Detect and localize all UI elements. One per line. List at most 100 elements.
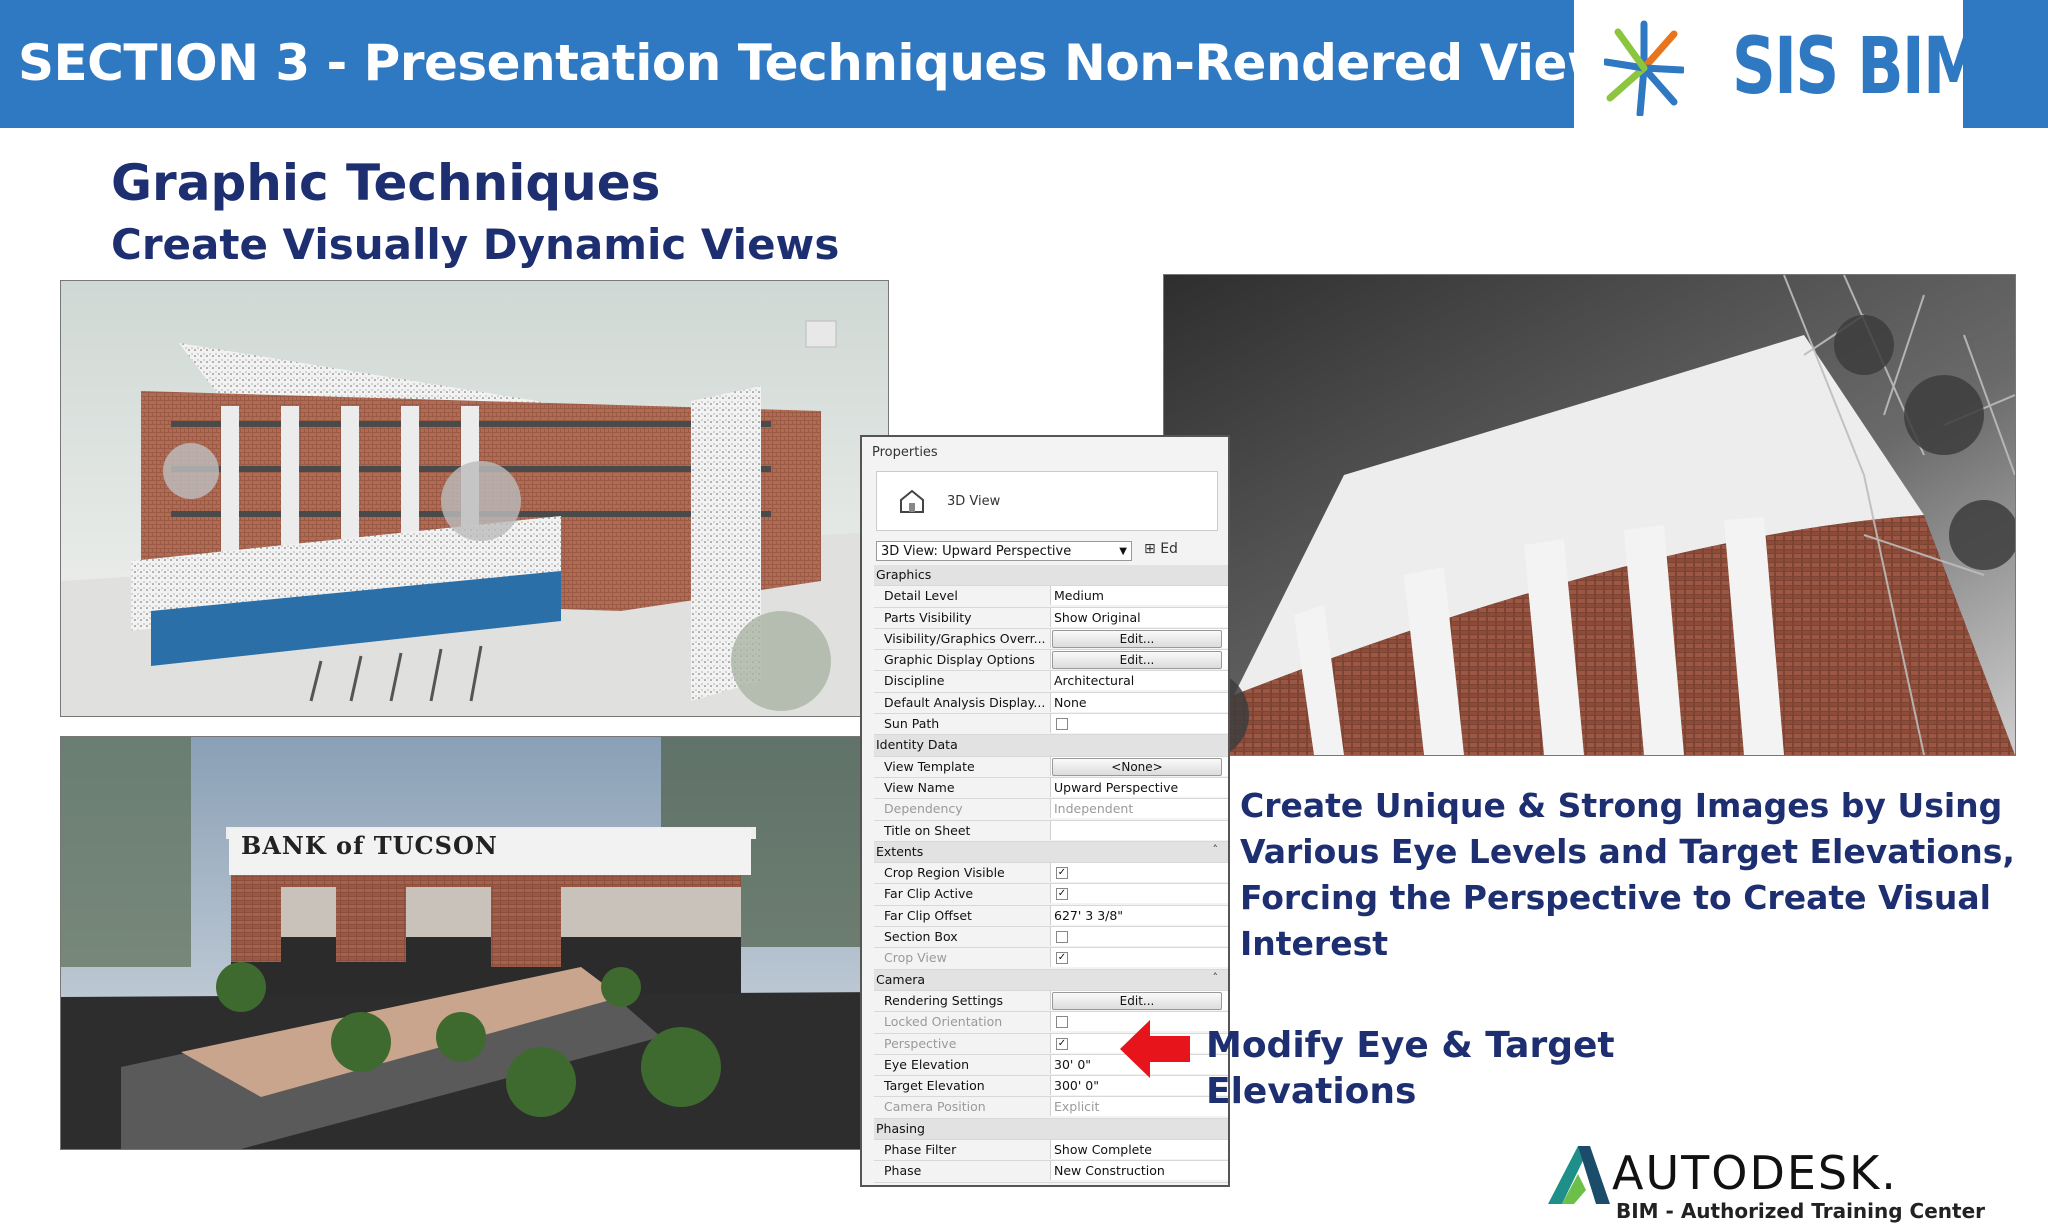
collapse-chevron-icon[interactable]: ˄ bbox=[1213, 971, 1219, 984]
property-key: Default Analysis Display... bbox=[884, 694, 1046, 710]
property-key: Crop View bbox=[884, 950, 947, 966]
slide-subheading: Create Visually Dynamic Views bbox=[111, 220, 840, 269]
property-row[interactable]: Phase Filter Show Complete bbox=[874, 1140, 1228, 1162]
property-value: Upward Perspective bbox=[1054, 779, 1179, 795]
property-value-cell[interactable] bbox=[1050, 714, 1228, 734]
property-edit-button[interactable]: Edit... bbox=[1052, 651, 1222, 670]
property-key: Locked Orientation bbox=[884, 1014, 1003, 1030]
sis-bim-logo-text: SIS BIM bbox=[1732, 22, 1984, 112]
autodesk-wordmark: AUTODESK. bbox=[1612, 1146, 1898, 1200]
property-key: Discipline bbox=[884, 673, 945, 689]
property-value: New Construction bbox=[1054, 1163, 1165, 1179]
property-key: Eye Elevation bbox=[884, 1056, 970, 1072]
property-value: 30' 0" bbox=[1054, 1056, 1092, 1072]
bank-building-rendering-image: BANK of TUCSON bbox=[60, 736, 887, 1150]
property-group-header[interactable]: Extents ˄ bbox=[874, 841, 1228, 864]
property-value: Medium bbox=[1054, 588, 1104, 604]
property-checkbox[interactable]: ✓ bbox=[1056, 867, 1068, 880]
property-value-cell[interactable] bbox=[1050, 884, 1228, 904]
property-row[interactable]: Title on Sheet bbox=[874, 820, 1228, 842]
edit-type-button[interactable]: ⊞ Ed bbox=[1144, 541, 1178, 557]
group-label: Camera bbox=[876, 971, 926, 987]
type-selector[interactable]: 3D View bbox=[876, 471, 1218, 531]
property-key: Far Clip Active bbox=[884, 886, 974, 902]
property-checkbox[interactable]: ✓ bbox=[1056, 888, 1068, 901]
property-value-cell[interactable] bbox=[1050, 927, 1228, 947]
edit-type-icon: ⊞ bbox=[1144, 541, 1156, 557]
property-value: Independent bbox=[1054, 801, 1134, 817]
section-title: SECTION 3 - Presentation Techniques Non-… bbox=[18, 34, 1642, 92]
property-row[interactable]: Section Box bbox=[874, 927, 1228, 949]
property-key: View Template bbox=[884, 758, 975, 774]
property-row[interactable]: View Template <None> bbox=[874, 756, 1228, 778]
property-row[interactable]: Discipline Architectural bbox=[874, 671, 1228, 693]
property-group-header[interactable]: Phasing bbox=[874, 1118, 1228, 1141]
collapse-chevron-icon[interactable]: ˄ bbox=[1213, 843, 1219, 856]
property-value: Show Original bbox=[1054, 609, 1141, 625]
property-key: Graphic Display Options bbox=[884, 652, 1035, 668]
property-key: View Name bbox=[884, 779, 955, 795]
property-row[interactable]: Visibility/Graphics Overr... Edit... bbox=[874, 628, 1228, 651]
property-row[interactable]: Sun Path bbox=[874, 714, 1228, 736]
building-3d-view-image bbox=[60, 280, 889, 717]
property-row[interactable]: Default Analysis Display... None bbox=[874, 692, 1228, 715]
property-checkbox[interactable] bbox=[1056, 931, 1068, 944]
edit-type-label: Ed bbox=[1160, 541, 1178, 557]
property-group-header[interactable]: Camera ˄ bbox=[874, 969, 1228, 991]
property-key: Title on Sheet bbox=[884, 822, 971, 838]
property-checkbox[interactable]: ✓ bbox=[1056, 952, 1068, 965]
property-key: Phase bbox=[884, 1163, 922, 1179]
properties-title: Properties bbox=[872, 445, 938, 460]
property-checkbox[interactable]: ✓ bbox=[1056, 1037, 1068, 1050]
property-value: Explicit bbox=[1054, 1099, 1100, 1115]
property-key: Detail Level bbox=[884, 588, 958, 604]
property-key: Sun Path bbox=[884, 716, 940, 732]
property-value: None bbox=[1054, 694, 1087, 710]
property-row[interactable]: Camera Position Explicit bbox=[874, 1097, 1228, 1119]
property-row[interactable]: Detail Level Medium bbox=[874, 586, 1228, 608]
property-checkbox[interactable] bbox=[1056, 1016, 1068, 1029]
property-row[interactable]: Target Elevation 300' 0" bbox=[874, 1076, 1228, 1098]
property-value-cell[interactable] bbox=[1050, 820, 1228, 840]
property-row[interactable]: Phase New Construction bbox=[874, 1161, 1228, 1183]
property-key: Rendering Settings bbox=[884, 992, 1004, 1008]
property-row[interactable]: Far Clip Offset 627' 3 3/8" bbox=[874, 905, 1228, 928]
property-value: 300' 0" bbox=[1054, 1078, 1099, 1094]
property-row[interactable]: Crop View ✓ bbox=[874, 948, 1228, 970]
property-key: Phase Filter bbox=[884, 1142, 957, 1158]
property-row[interactable]: Far Clip Active ✓ bbox=[874, 884, 1228, 906]
property-row[interactable]: Parts Visibility Show Original bbox=[874, 607, 1228, 629]
property-row[interactable]: Graphic Display Options Edit... bbox=[874, 650, 1228, 672]
property-value: Architectural bbox=[1054, 673, 1135, 689]
properties-grid: Graphics Detail Level Medium Parts Visibili… bbox=[874, 565, 1228, 1183]
property-key: Visibility/Graphics Overr... bbox=[884, 630, 1046, 646]
property-row[interactable]: View Name Upward Perspective bbox=[874, 777, 1228, 800]
property-edit-button[interactable]: <None> bbox=[1052, 757, 1222, 776]
header-bar-right bbox=[1963, 0, 2048, 128]
dropdown-value: 3D View: Upward Perspective bbox=[881, 544, 1072, 559]
property-key: Camera Position bbox=[884, 1099, 986, 1115]
property-value: 627' 3 3/8" bbox=[1054, 907, 1124, 923]
chevron-down-icon: ▼ bbox=[1119, 546, 1127, 557]
property-group-header[interactable]: Identity Data bbox=[874, 735, 1228, 757]
property-value-cell[interactable] bbox=[1050, 863, 1228, 883]
property-key: Crop Region Visible bbox=[884, 865, 1005, 881]
property-checkbox[interactable] bbox=[1056, 718, 1068, 731]
upward-perspective-image bbox=[1163, 274, 2016, 756]
sis-burst-logo-icon bbox=[1604, 20, 1684, 116]
callout-unique-images: Create Unique & Strong Images by Using V… bbox=[1240, 786, 2015, 963]
property-row[interactable]: Dependency Independent bbox=[874, 799, 1228, 821]
group-label: Identity Data bbox=[876, 737, 958, 753]
property-key: Target Elevation bbox=[884, 1078, 985, 1094]
property-edit-button[interactable]: Edit... bbox=[1052, 991, 1222, 1010]
property-value-cell[interactable] bbox=[1050, 948, 1228, 968]
slide-heading: Graphic Techniques bbox=[111, 154, 661, 212]
property-group-header[interactable]: Graphics bbox=[874, 565, 1228, 587]
property-edit-button[interactable]: Edit... bbox=[1052, 629, 1222, 648]
property-row[interactable]: Crop Region Visible ✓ bbox=[874, 863, 1228, 885]
property-row[interactable]: Rendering Settings Edit... bbox=[874, 990, 1228, 1013]
callout-modify-eye-target: Modify Eye & Target Elevations bbox=[1206, 1025, 1615, 1112]
autodesk-logo-icon bbox=[1548, 1146, 1610, 1204]
3d-view-house-icon bbox=[900, 489, 924, 513]
view-instance-dropdown[interactable]: 3D View: Upward Perspective ▼ bbox=[876, 541, 1132, 561]
